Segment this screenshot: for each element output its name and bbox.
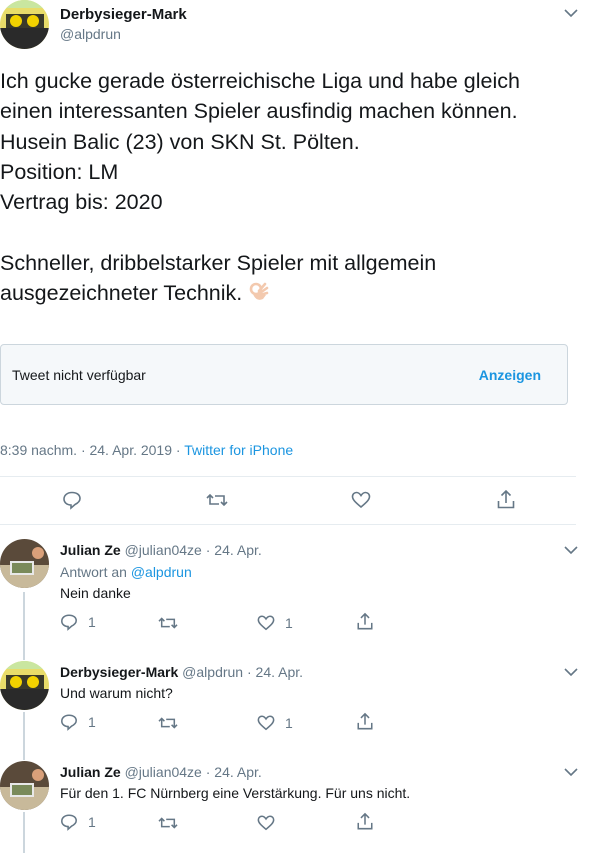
retweet-button[interactable] bbox=[158, 614, 178, 632]
reply-to-link[interactable]: @alpdrun bbox=[131, 564, 192, 580]
tweet-text-line: Ich gucke gerade österreichische Liga un… bbox=[0, 69, 520, 93]
unavailable-tweet-card: Tweet nicht verfügbar Anzeigen bbox=[0, 344, 568, 405]
share-icon bbox=[497, 489, 515, 509]
like-count: 1 bbox=[285, 615, 293, 631]
retweet-button[interactable] bbox=[158, 814, 178, 832]
reply-count: 1 bbox=[88, 814, 96, 830]
reply-context-label: Antwort an bbox=[60, 564, 131, 580]
author-handle[interactable]: @alpdrun bbox=[60, 26, 121, 42]
share-button[interactable] bbox=[356, 812, 374, 831]
author-handle-date[interactable]: @julian04ze · 24. Apr. bbox=[125, 542, 262, 558]
author-handle-date[interactable]: @julian04ze · 24. Apr. bbox=[125, 764, 262, 780]
avatar[interactable] bbox=[0, 539, 49, 588]
share-button[interactable] bbox=[496, 489, 516, 510]
author-handle-date[interactable]: @alpdrun · 24. Apr. bbox=[182, 664, 303, 680]
thread-connector bbox=[23, 712, 25, 760]
reply-header: Julian Ze @julian04ze · 24. Apr. bbox=[60, 764, 262, 780]
retweet-button[interactable] bbox=[206, 490, 228, 510]
like-button[interactable] bbox=[351, 490, 371, 510]
source-link[interactable]: Twitter for iPhone bbox=[184, 442, 293, 458]
reply-text: Nein danke bbox=[60, 585, 131, 601]
heart-icon bbox=[257, 715, 275, 731]
reply-count: 1 bbox=[88, 714, 96, 730]
tweet-text-line: Schneller, dribbelstarker Spieler mit al… bbox=[0, 250, 437, 275]
divider bbox=[0, 524, 576, 525]
share-button[interactable] bbox=[356, 712, 374, 731]
heart-icon bbox=[257, 615, 275, 631]
tweet-text-line: Husein Balic (23) von SKN St. Pölten. bbox=[0, 129, 360, 154]
reply-button[interactable]: 1 bbox=[60, 713, 96, 731]
chevron-down-icon[interactable] bbox=[564, 767, 578, 777]
like-button[interactable]: 1 bbox=[257, 714, 293, 732]
share-icon bbox=[357, 612, 373, 630]
tweet-text-line: ausgezeichneter Technik. bbox=[0, 281, 243, 306]
retweet-button[interactable] bbox=[158, 714, 178, 732]
share-icon bbox=[357, 712, 373, 730]
tweet-text-line: einen interessanten Spieler ausfindig ma… bbox=[0, 99, 518, 124]
reply-context: Antwort an @alpdrun bbox=[60, 564, 192, 580]
reply-button[interactable]: 1 bbox=[60, 813, 96, 831]
tweet-metadata: 8:39 nachm. · 24. Apr. 2019 · Twitter fo… bbox=[0, 442, 293, 458]
heart-icon bbox=[351, 491, 371, 509]
share-icon bbox=[357, 812, 373, 830]
avatar[interactable] bbox=[0, 761, 49, 810]
divider bbox=[0, 476, 576, 477]
retweet-icon bbox=[158, 717, 178, 729]
reply-count: 1 bbox=[88, 614, 96, 630]
timestamp[interactable]: 8:39 nachm. · 24. Apr. 2019 · bbox=[0, 442, 184, 458]
reply-icon bbox=[63, 491, 81, 510]
share-button[interactable] bbox=[356, 612, 374, 631]
chevron-down-icon[interactable] bbox=[564, 667, 578, 677]
reply-icon bbox=[61, 814, 77, 831]
reply-icon bbox=[61, 614, 77, 631]
tweet-text-line: Vertrag bis: 2020 bbox=[0, 190, 163, 215]
show-tweet-button[interactable]: Anzeigen bbox=[479, 367, 541, 383]
retweet-icon bbox=[158, 617, 178, 629]
author-name[interactable]: Derbysieger-Mark bbox=[60, 664, 178, 680]
reply-text: Für den 1. FC Nürnberg eine Verstärkung.… bbox=[60, 785, 411, 801]
author-name[interactable]: Julian Ze bbox=[60, 542, 121, 558]
retweet-icon bbox=[206, 493, 228, 507]
thread-connector bbox=[23, 812, 25, 853]
author-name[interactable]: Derbysieger-Mark bbox=[60, 6, 187, 23]
reply-text: Und warum nicht? bbox=[60, 685, 173, 701]
like-count: 1 bbox=[285, 715, 293, 731]
like-button[interactable] bbox=[257, 814, 275, 832]
avatar[interactable] bbox=[0, 0, 49, 49]
like-button[interactable]: 1 bbox=[257, 614, 293, 632]
retweet-icon bbox=[158, 817, 178, 829]
chevron-down-icon[interactable] bbox=[564, 545, 578, 555]
reply-button[interactable]: 1 bbox=[60, 613, 96, 631]
author-name[interactable]: Julian Ze bbox=[60, 764, 121, 780]
tweet-text-line: Position: LM bbox=[0, 159, 119, 184]
thread-connector bbox=[23, 592, 25, 660]
reply-header: Derbysieger-Mark @alpdrun · 24. Apr. bbox=[60, 664, 303, 680]
unavailable-tweet-text: Tweet nicht verfügbar bbox=[12, 367, 146, 383]
reply-icon bbox=[61, 714, 77, 731]
reply-button[interactable] bbox=[62, 490, 82, 510]
heart-icon bbox=[257, 815, 275, 831]
avatar[interactable] bbox=[0, 661, 49, 710]
chevron-down-icon[interactable] bbox=[564, 8, 578, 18]
tweet-text: Ich gucke gerade österreichische Liga un… bbox=[0, 66, 580, 308]
reply-header: Julian Ze @julian04ze · 24. Apr. bbox=[60, 542, 262, 558]
ok-hand-icon bbox=[248, 281, 270, 303]
